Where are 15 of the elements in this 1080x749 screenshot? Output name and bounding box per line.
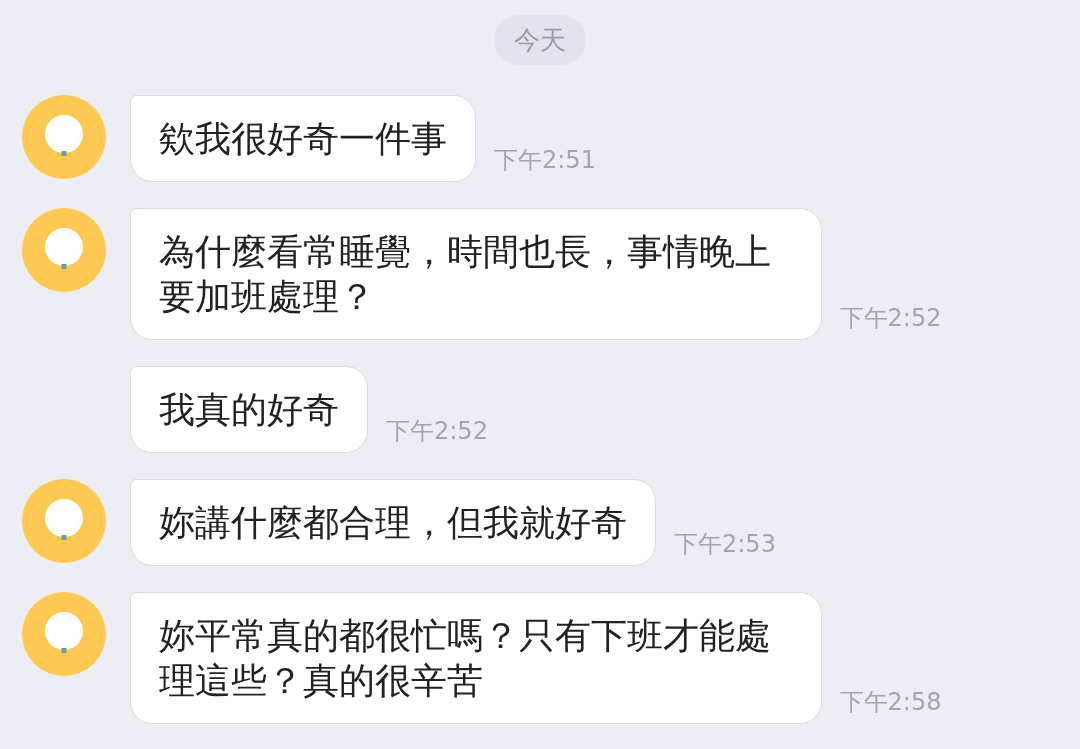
avatar-icon[interactable]	[22, 479, 106, 563]
message-bubble: 妳講什麼都合理，但我就好奇	[130, 479, 656, 566]
message-bubble: 妳平常真的都很忙嗎？只有下班才能處理這些？真的很辛苦	[130, 592, 822, 724]
message-time: 下午2:52	[839, 303, 942, 334]
message-time: 下午2:53	[674, 529, 776, 560]
message-time: 下午2:58	[839, 687, 942, 718]
avatar-icon[interactable]	[22, 592, 106, 676]
message-bubble: 欸我很好奇一件事	[130, 95, 476, 182]
avatar-icon[interactable]	[22, 95, 106, 179]
message-time: 下午2:51	[494, 145, 596, 176]
message-bubble: 我真的好奇	[130, 366, 368, 453]
avatar-icon[interactable]	[22, 208, 106, 292]
message-time: 下午2:52	[386, 416, 488, 447]
message-bubble: 為什麼看常睡覺，時間也長，事情晚上要加班處理？	[130, 208, 822, 340]
date-divider: 今天	[494, 15, 586, 65]
